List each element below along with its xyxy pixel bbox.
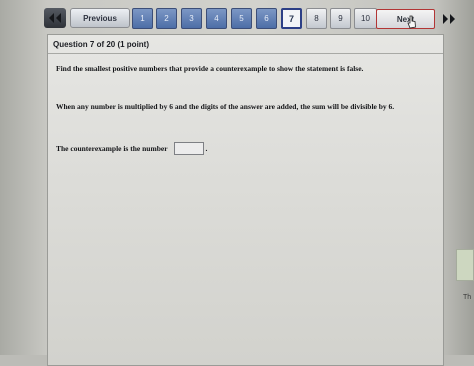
page-button-5[interactable]: 5 <box>231 8 252 29</box>
question-statement: When any number is multiplied by 6 and t… <box>56 102 395 111</box>
previous-button[interactable]: Previous <box>70 8 130 28</box>
answer-suffix: . <box>205 144 208 153</box>
side-button[interactable] <box>456 249 474 281</box>
next-button[interactable]: Next <box>376 9 435 29</box>
page-button-1[interactable]: 1 <box>132 8 153 29</box>
screen: Previous 1 2 3 4 5 6 7 8 9 10 Next Quest… <box>0 0 474 366</box>
answer-input[interactable] <box>173 142 204 155</box>
double-chevron-right-icon[interactable] <box>441 13 457 25</box>
page-button-4[interactable]: 4 <box>206 8 227 29</box>
header-divider <box>48 53 443 54</box>
page-button-3[interactable]: 3 <box>181 8 202 29</box>
previous-label: Previous <box>83 13 117 23</box>
page-button-6[interactable]: 6 <box>256 8 277 29</box>
question-header: Question 7 of 20 (1 point) <box>53 40 150 49</box>
page-button-7-current[interactable]: 7 <box>281 8 302 29</box>
question-panel: Question 7 of 20 (1 point) Find the smal… <box>47 34 444 366</box>
question-navigation: Previous 1 2 3 4 5 6 7 8 9 10 Next <box>42 6 455 32</box>
side-text: Th <box>463 294 472 301</box>
page-button-9[interactable]: 9 <box>330 8 351 29</box>
first-question-button[interactable] <box>44 8 66 28</box>
hand-cursor-icon <box>407 15 416 29</box>
page-button-2[interactable]: 2 <box>156 8 177 29</box>
answer-label: The counterexample is the number <box>56 144 168 153</box>
answer-row: The counterexample is the number . <box>56 142 207 155</box>
double-chevron-left-icon <box>49 13 61 23</box>
page-button-8[interactable]: 8 <box>306 8 327 29</box>
page-button-10[interactable]: 10 <box>354 8 377 29</box>
question-prompt: Find the smallest positive numbers that … <box>56 64 364 73</box>
